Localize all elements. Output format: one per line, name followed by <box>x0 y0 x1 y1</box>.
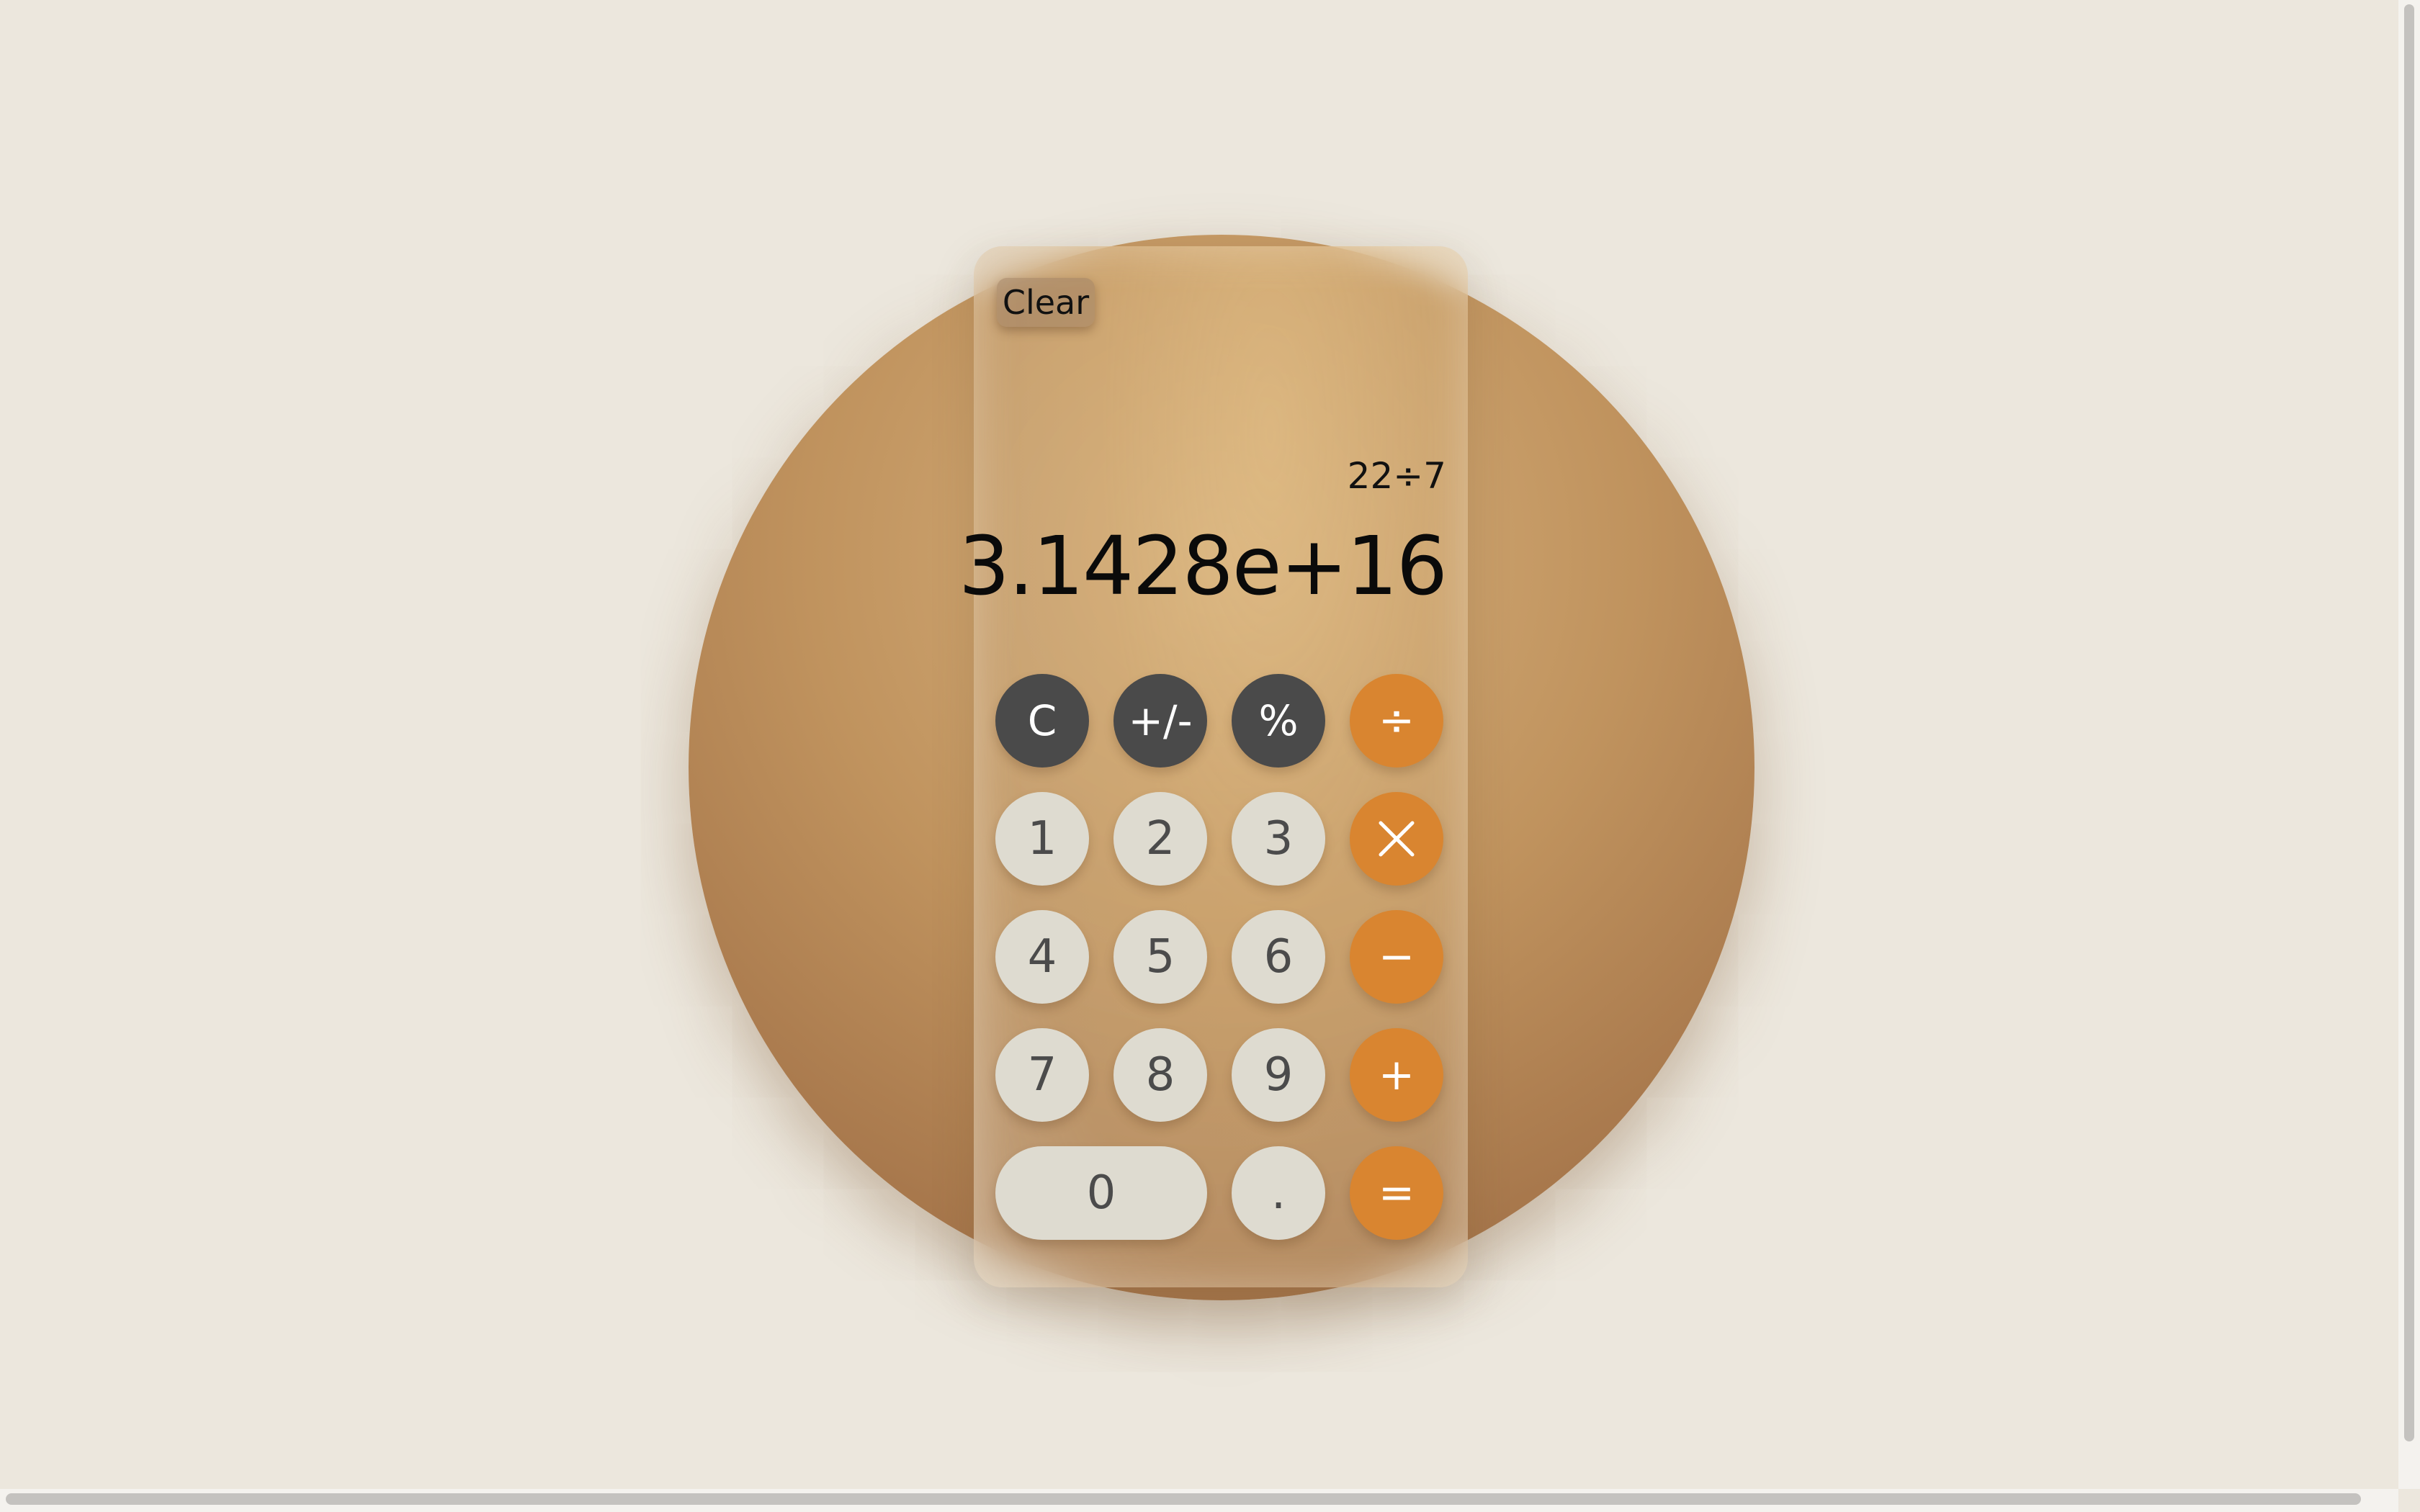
page-background: Clear 22÷7 3.1428e+16 C +/- % ÷ 1 2 3 4 … <box>0 0 2398 1489</box>
vertical-scrollbar[interactable] <box>2398 0 2420 1489</box>
digit-7-key[interactable]: 7 <box>995 1028 1089 1122</box>
digit-9-key[interactable]: 9 <box>1232 1028 1325 1122</box>
keypad: C +/- % ÷ 1 2 3 4 5 6 − 7 8 9 + 0 . = <box>995 674 1446 1240</box>
equals-key[interactable]: = <box>1350 1146 1443 1240</box>
digit-8-key[interactable]: 8 <box>1113 1028 1207 1122</box>
horizontal-scrollbar-thumb[interactable] <box>6 1493 2361 1505</box>
calculator: Clear 22÷7 3.1428e+16 C +/- % ÷ 1 2 3 4 … <box>959 246 1468 1287</box>
decimal-key[interactable]: . <box>1232 1146 1325 1240</box>
vertical-scrollbar-thumb[interactable] <box>2404 4 2414 1441</box>
digit-1-key[interactable]: 1 <box>995 792 1089 886</box>
expression-display: 22÷7 <box>1347 455 1446 497</box>
multiply-icon <box>1376 819 1417 859</box>
digit-0-key[interactable]: 0 <box>995 1146 1207 1240</box>
digit-2-key[interactable]: 2 <box>1113 792 1207 886</box>
digit-4-key[interactable]: 4 <box>995 910 1089 1004</box>
digit-3-key[interactable]: 3 <box>1232 792 1325 886</box>
sign-toggle-key[interactable]: +/- <box>1113 674 1207 768</box>
clear-key[interactable]: C <box>995 674 1089 768</box>
clear-history-button[interactable]: Clear <box>997 278 1095 327</box>
multiply-key[interactable] <box>1350 792 1443 886</box>
digit-6-key[interactable]: 6 <box>1232 910 1325 1004</box>
divide-key[interactable]: ÷ <box>1350 674 1443 768</box>
minus-key[interactable]: − <box>1350 910 1443 1004</box>
result-display: 3.1428e+16 <box>958 520 1448 613</box>
horizontal-scrollbar[interactable] <box>0 1489 2398 1512</box>
plus-key[interactable]: + <box>1350 1028 1443 1122</box>
digit-5-key[interactable]: 5 <box>1113 910 1207 1004</box>
percent-key[interactable]: % <box>1232 674 1325 768</box>
